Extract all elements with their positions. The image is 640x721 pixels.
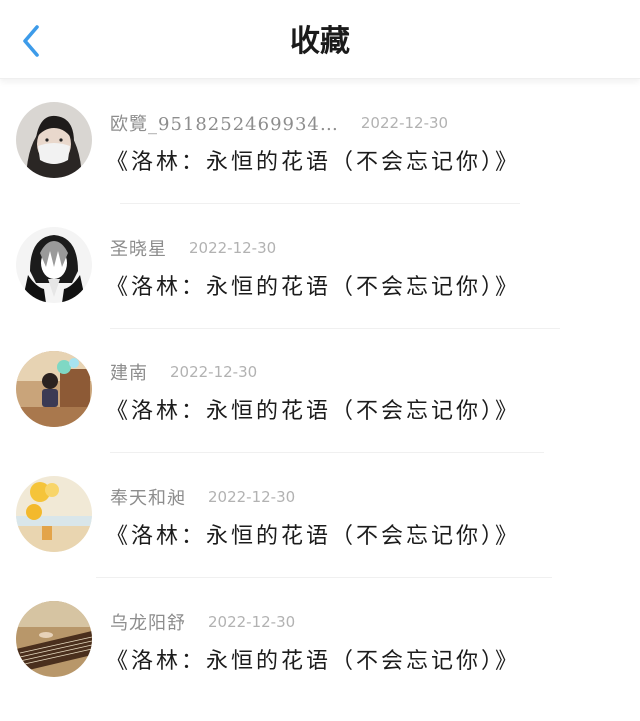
item-meta: 奉天和昶 2022-12-30 [110,484,295,510]
post-title[interactable]: 《洛林：永恒的花语（不会忘记你）》 [106,518,520,550]
date-label: 2022-12-30 [189,238,277,257]
list-item[interactable]: 乌龙阳舒 2022-12-30 《洛林：永恒的花语（不会忘记你）》 [0,597,640,721]
list-item[interactable]: 建南 2022-12-30 《洛林：永恒的花语（不会忘记你）》 [0,347,640,472]
user-name[interactable]: 欧覽_9518252469934… [110,110,339,136]
date-label: 2022-12-30 [208,612,296,631]
guzheng-instrument-avatar [16,600,92,677]
date-label: 2022-12-30 [360,114,449,132]
list-item[interactable]: 圣晓星 2022-12-30 《洛林：永恒的花语（不会忘记你）》 [0,223,640,348]
avatar[interactable] [16,102,92,178]
person-with-mask-avatar [16,102,92,178]
post-title[interactable]: 《洛林：永恒的花语（不会忘记你）》 [106,269,520,301]
anime-character-avatar [16,226,92,303]
divider [110,452,544,454]
divider [96,577,552,579]
date-label: 2022-12-30 [208,488,296,507]
user-name[interactable]: 建南 [110,359,148,385]
post-title[interactable]: 《洛林：永恒的花语（不会忘记你）》 [106,144,520,176]
user-name[interactable]: 圣晓星 [110,235,167,261]
avatar[interactable] [16,600,92,677]
avatar[interactable] [16,226,92,303]
post-title[interactable]: 《洛林：永恒的花语（不会忘记你）》 [106,393,520,425]
item-meta: 欧覽_9518252469934… 2022-12-30 [110,110,448,136]
post-title[interactable]: 《洛林：永恒的花语（不会忘记你）》 [106,643,520,675]
avatar[interactable] [16,351,92,428]
beach-balloons-avatar [16,476,92,553]
item-meta: 圣晓星 2022-12-30 [110,235,276,261]
user-name[interactable]: 奉天和昶 [110,484,186,510]
list-item[interactable]: 奉天和昶 2022-12-30 《洛林：永恒的花语（不会忘记你）》 [0,472,640,597]
user-name[interactable]: 乌龙阳舒 [110,609,186,635]
page-title: 收藏 [290,24,350,59]
favorites-list: 欧覽_9518252469934… 2022-12-30 《洛林：永恒的花语（不… [0,98,640,721]
item-meta: 乌龙阳舒 2022-12-30 [110,609,295,635]
item-meta: 建南 2022-12-30 [110,359,257,385]
child-photo-avatar [16,351,92,428]
list-item[interactable]: 欧覽_9518252469934… 2022-12-30 《洛林：永恒的花语（不… [0,98,640,223]
divider [120,203,520,204]
date-label: 2022-12-30 [170,363,258,382]
top-bar: 收藏 [0,0,640,79]
divider [110,327,560,329]
avatar[interactable] [16,476,92,553]
